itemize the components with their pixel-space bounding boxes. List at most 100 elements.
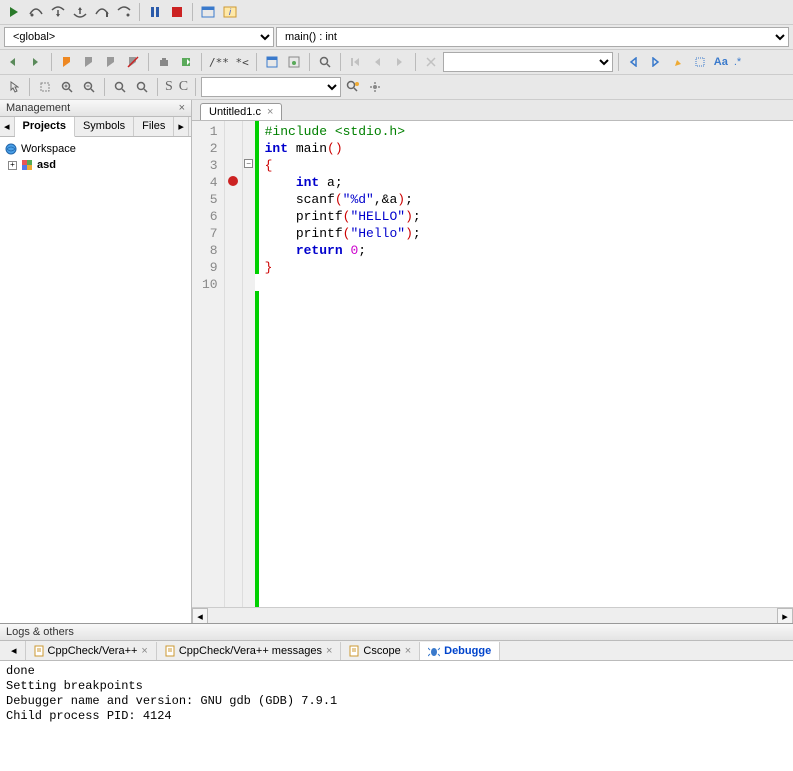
sidebar-close-icon[interactable]: × [179,102,185,114]
next-instruction-icon[interactable] [114,2,134,22]
logs-tab-cppcheck[interactable]: CppCheck/Vera++ × [26,642,157,660]
bookmark-clear-icon[interactable] [123,52,143,72]
tree-workspace-label: Workspace [21,143,76,155]
logs-tabs: ◂ CppCheck/Vera++ × CppCheck/Vera++ mess… [0,641,793,661]
log-output[interactable]: done Setting breakpoints Debugger name a… [0,661,793,771]
window2-icon[interactable] [284,52,304,72]
tab-close-icon[interactable]: × [405,645,411,657]
clear-icon[interactable] [421,52,441,72]
sidebar-tabs: ◂ Projects Symbols Files ▸ [0,117,191,137]
sidebar-title: Management [6,102,70,114]
sidebar-tab-symbols[interactable]: Symbols [75,117,134,136]
logs-tab-left-icon[interactable]: ◂ [3,641,26,660]
breakpoint-icon[interactable] [225,172,242,189]
bookmark-prev-icon[interactable] [79,52,99,72]
bookmark-flag-icon[interactable] [57,52,77,72]
sidebar-tab-right-icon[interactable]: ▸ [173,117,189,136]
match-case-icon[interactable]: Aa [712,56,730,68]
main-toolbar: /** *< Aa .* [0,50,793,75]
plugin-icon[interactable] [176,52,196,72]
stop-icon[interactable] [167,2,187,22]
code-content[interactable]: #include <stdio.h> int main() { int a; s… [259,121,427,607]
select-tool-icon[interactable] [35,77,55,97]
editor-tabs: Untitled1.c × [192,100,793,121]
logs-tab-debugger[interactable]: Debugge [420,642,500,660]
code-editor[interactable]: 1 2 3 4 5 6 7 8 9 10 − [192,121,793,607]
scroll-right-icon[interactable]: ▸ [777,608,793,623]
cursor-icon[interactable] [4,77,24,97]
log-line: Setting breakpoints [6,679,787,694]
project-tree: Workspace + asd [0,137,191,623]
debug-windows-icon[interactable] [198,2,218,22]
edit-toolbar: S C [0,75,793,100]
zoom-in-icon[interactable] [57,77,77,97]
debug-toolbar: i [0,0,793,25]
step-over-icon[interactable] [26,2,46,22]
nav-first-icon[interactable] [346,52,366,72]
doc-icon [349,645,359,657]
options-icon[interactable] [365,77,385,97]
find-next-icon[interactable] [132,77,152,97]
logs-panel: Logs & others ◂ CppCheck/Vera++ × CppChe… [0,623,793,771]
search-combo[interactable] [443,52,613,72]
break-icon[interactable] [145,2,165,22]
sidebar-tab-left-icon[interactable]: ◂ [0,117,15,136]
tab-close-icon[interactable]: × [141,645,147,657]
regex-icon[interactable]: .* [732,56,743,68]
c-label[interactable]: C [177,79,190,95]
bookmark-next-icon[interactable] [101,52,121,72]
scroll-left-icon[interactable]: ◂ [192,608,208,623]
horizontal-scrollbar[interactable]: ◂ ▸ [192,607,793,623]
logs-tab-cscope[interactable]: Cscope × [341,642,420,660]
goto-prev-icon[interactable] [624,52,644,72]
highlight-icon[interactable] [668,52,688,72]
bug-icon [428,645,440,657]
back-icon[interactable] [4,52,24,72]
goto-next-icon[interactable] [646,52,666,72]
search-icon[interactable] [315,52,335,72]
log-line: done [6,664,787,679]
tree-project[interactable]: + asd [4,157,187,173]
line-number-gutter: 1 2 3 4 5 6 7 8 9 10 [192,121,225,607]
editor-area: Untitled1.c × 1 2 3 4 5 6 7 8 9 10 [192,100,793,623]
nav-next-icon[interactable] [390,52,410,72]
tree-workspace[interactable]: Workspace [4,141,187,157]
filter-combo[interactable] [201,77,341,97]
scope-combo[interactable]: <global> [4,27,274,47]
logs-tab-cppcheck-msg[interactable]: CppCheck/Vera++ messages × [157,642,342,660]
step-out-icon[interactable] [70,2,90,22]
run-to-cursor-icon[interactable] [92,2,112,22]
nav-prev-icon[interactable] [368,52,388,72]
find-in-files-icon[interactable] [343,77,363,97]
find-icon[interactable] [110,77,130,97]
fold-toggle-icon[interactable]: − [244,159,253,168]
editor-tab-label: Untitled1.c [209,106,261,118]
scope-toolbar: <global> main() : int [0,25,793,50]
forward-icon[interactable] [26,52,46,72]
logs-title: Logs & others [0,624,793,641]
tab-close-icon[interactable]: × [326,645,332,657]
run-icon[interactable] [4,2,24,22]
step-into-icon[interactable] [48,2,68,22]
sidebar-tab-projects[interactable]: Projects [15,117,75,137]
info-icon[interactable]: i [220,2,240,22]
breakpoint-gutter[interactable] [225,121,243,607]
fold-gutter[interactable]: − [243,121,255,607]
expand-icon[interactable]: + [8,161,17,170]
log-line: Debugger name and version: GNU gdb (GDB)… [6,694,787,709]
doc-icon [34,645,44,657]
tree-project-label: asd [37,159,56,171]
select-icon[interactable] [690,52,710,72]
project-icon [20,158,34,172]
settings-icon[interactable] [154,52,174,72]
editor-tab-close-icon[interactable]: × [267,106,273,118]
window-icon[interactable] [262,52,282,72]
doc-icon [165,645,175,657]
s-label[interactable]: S [163,79,175,95]
comment-label[interactable]: /** *< [207,56,251,69]
zoom-out-icon[interactable] [79,77,99,97]
sidebar: Management × ◂ Projects Symbols Files ▸ … [0,100,192,623]
function-combo[interactable]: main() : int [276,27,789,47]
sidebar-tab-files[interactable]: Files [134,117,173,136]
editor-tab[interactable]: Untitled1.c × [200,103,282,120]
